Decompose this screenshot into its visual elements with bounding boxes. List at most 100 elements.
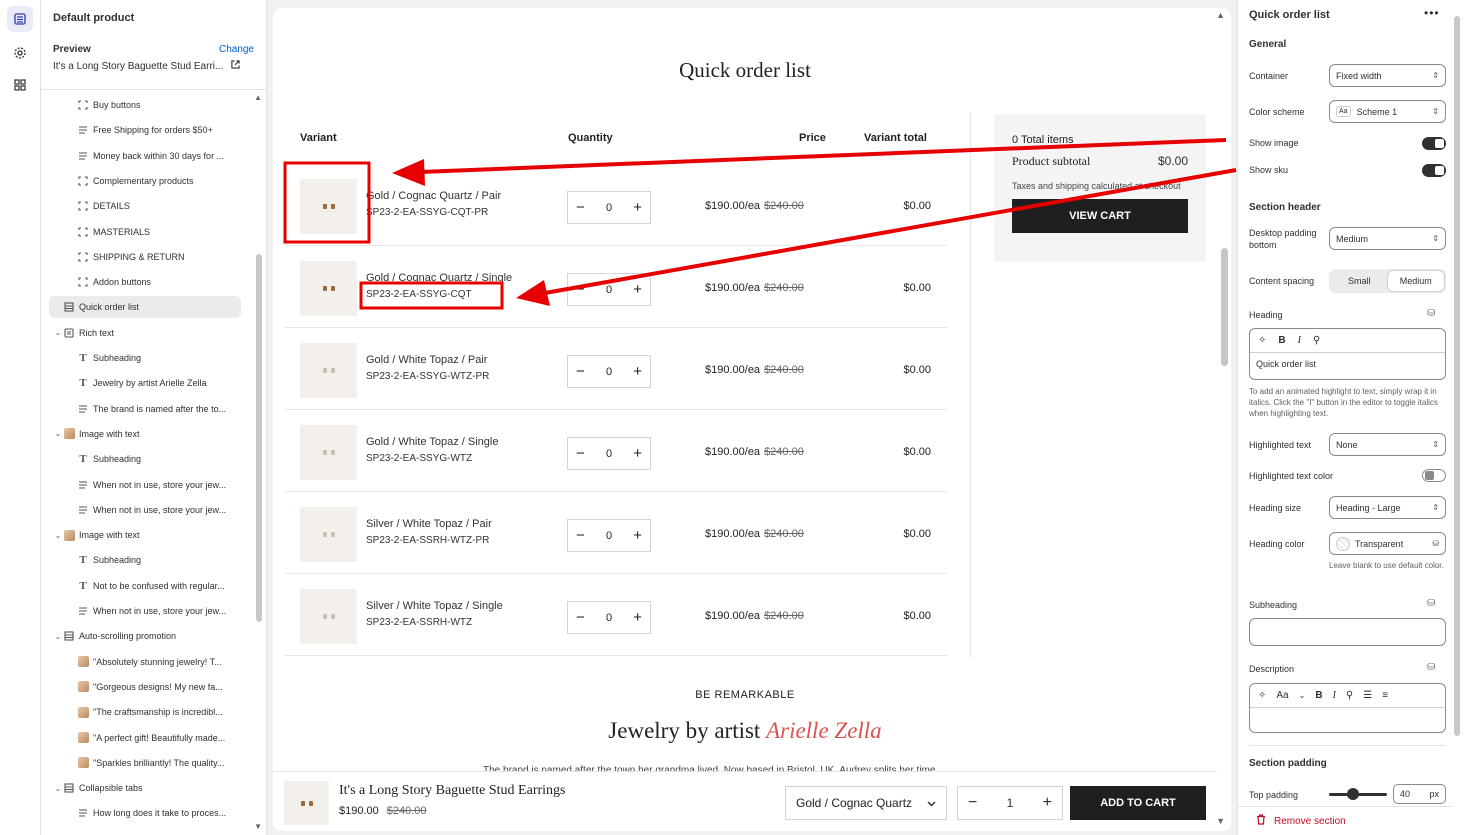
sections-icon[interactable] [7, 6, 33, 32]
chevron-down-icon[interactable]: ⌄ [53, 328, 63, 337]
plus-icon[interactable]: + [633, 281, 642, 298]
gear-icon[interactable] [7, 40, 33, 66]
sidebar-tree-item[interactable]: T Subheading [49, 448, 241, 470]
link-icon[interactable]: ⚲ [1313, 335, 1320, 346]
preview-scrollbar[interactable] [1221, 248, 1228, 366]
minus-icon[interactable]: − [576, 281, 585, 298]
dynamic-source-icon[interactable]: ⛁ [1427, 308, 1435, 319]
slider-knob[interactable] [1347, 788, 1359, 800]
chevron-down-icon[interactable]: ⌄ [53, 784, 63, 793]
highlighted-text-select[interactable]: None ⇕ [1329, 433, 1446, 456]
heading-color-picker[interactable]: Transparent ⛁ [1329, 532, 1446, 555]
sidebar-tree-item[interactable]: When not in use, store your jew... [49, 600, 241, 622]
sparkle-icon[interactable]: ✧ [1258, 690, 1266, 701]
sidebar-tree-item[interactable]: MASTERIALS [49, 221, 241, 243]
preview-scroll-up-icon[interactable]: ▲ [1216, 10, 1225, 20]
sidebar-scroll-up-icon[interactable]: ▲ [254, 93, 262, 102]
plus-icon[interactable]: + [633, 199, 642, 216]
external-link-icon[interactable] [231, 60, 240, 72]
sidebar-tree-item[interactable]: "A perfect gift! Beautifully made... [49, 727, 241, 749]
sidebar-scroll-down-icon[interactable]: ▼ [254, 822, 262, 831]
spacing-small-option[interactable]: Small [1331, 271, 1388, 291]
sidebar-tree-item[interactable]: ⌄ Rich text [49, 322, 241, 344]
sidebar-tree-item[interactable]: "The craftsmanship is incredibl... [49, 701, 241, 723]
sticky-qty-value[interactable]: 1 [1007, 796, 1014, 810]
remove-section-button[interactable]: Remove section [1238, 806, 1452, 835]
sidebar-tree-item[interactable]: ⌄ Auto-scrolling promotion [49, 625, 241, 647]
desktop-padding-select[interactable]: Medium ⇕ [1329, 227, 1446, 250]
quantity-value[interactable]: 0 [606, 448, 612, 460]
highlighted-color-toggle[interactable] [1422, 469, 1446, 482]
top-padding-slider[interactable] [1329, 788, 1387, 800]
chevron-down-icon[interactable]: ⌄ [53, 632, 63, 641]
sidebar-tree-item[interactable]: ⌄ Image with text [49, 423, 241, 445]
quantity-value[interactable]: 0 [606, 530, 612, 542]
template-title[interactable]: Default product [53, 12, 254, 24]
sidebar-tree-item[interactable]: T Jewelry by artist Arielle Zella [49, 372, 241, 394]
dynamic-source-icon[interactable]: ⛁ [1432, 539, 1439, 548]
sidebar-tree-item[interactable]: Do you ship internationally? [49, 828, 241, 835]
show-sku-toggle[interactable] [1422, 164, 1446, 177]
minus-icon[interactable]: − [576, 445, 585, 462]
container-select[interactable]: Fixed width ⇕ [1329, 64, 1446, 87]
add-to-cart-button[interactable]: ADD TO CART [1070, 786, 1206, 820]
chevron-down-icon[interactable]: ⌄ [53, 429, 63, 438]
sidebar-tree-item[interactable]: "Absolutely stunning jewelry! T... [49, 651, 241, 673]
numbered-list-icon[interactable]: ≡ [1382, 690, 1388, 701]
plus-icon[interactable]: + [633, 609, 642, 626]
sidebar-scrollbar[interactable] [256, 254, 262, 622]
heading-input[interactable]: Quick order list [1250, 353, 1445, 375]
preview-scroll-down-icon[interactable]: ▼ [1216, 816, 1225, 826]
link-icon[interactable]: ⚲ [1346, 690, 1353, 701]
view-cart-button[interactable]: VIEW CART [1012, 199, 1188, 233]
minus-icon[interactable]: − [576, 609, 585, 626]
minus-icon[interactable]: − [576, 527, 585, 544]
minus-icon[interactable]: − [576, 199, 585, 216]
sidebar-tree-item[interactable]: The brand is named after the to... [49, 398, 241, 420]
sidebar-tree-item[interactable]: DETAILS [49, 195, 241, 217]
sidebar-tree-item[interactable]: Money back within 30 days for ... [49, 145, 241, 167]
plus-icon[interactable]: + [633, 527, 642, 544]
spacing-medium-option[interactable]: Medium [1387, 271, 1444, 291]
sidebar-tree-item[interactable]: ⌄ Collapsible tabs [49, 777, 241, 799]
quantity-value[interactable]: 0 [606, 202, 612, 214]
quantity-value[interactable]: 0 [606, 366, 612, 378]
chevron-down-icon[interactable]: ⌄ [53, 531, 63, 540]
dynamic-source-icon[interactable]: ⛁ [1427, 598, 1435, 609]
sidebar-tree-item[interactable]: ⌄ Image with text [49, 524, 241, 546]
quantity-value[interactable]: 0 [606, 612, 612, 624]
font-style-icon[interactable]: Aa [1276, 690, 1288, 701]
italic-icon[interactable]: I [1298, 335, 1301, 346]
show-image-toggle[interactable] [1422, 137, 1446, 150]
sidebar-tree-item[interactable]: How long does it take to proces... [49, 802, 241, 824]
bold-icon[interactable]: B [1278, 335, 1285, 346]
description-input[interactable] [1250, 708, 1445, 720]
italic-icon[interactable]: I [1333, 690, 1336, 701]
color-scheme-select[interactable]: Aa Scheme 1 ⇕ [1329, 100, 1446, 123]
more-options-icon[interactable]: ••• [1424, 6, 1440, 20]
sidebar-tree-item[interactable]: T Subheading [49, 549, 241, 571]
sidebar-tree-item[interactable]: When not in use, store your jew... [49, 499, 241, 521]
sidebar-tree-item[interactable]: When not in use, store your jew... [49, 474, 241, 496]
dynamic-source-icon[interactable]: ⛁ [1427, 662, 1435, 673]
chevron-down-icon[interactable]: ⌄ [1299, 691, 1306, 700]
minus-icon[interactable]: − [968, 794, 977, 812]
sidebar-tree-item[interactable]: Complementary products [49, 170, 241, 192]
top-padding-input[interactable]: 40 px [1393, 784, 1446, 804]
subheading-input[interactable] [1249, 618, 1446, 646]
sidebar-tree-item[interactable]: "Sparkles brilliantly! The quality... [49, 752, 241, 774]
plus-icon[interactable]: + [633, 363, 642, 380]
plus-icon[interactable]: + [633, 445, 642, 462]
bullet-list-icon[interactable]: ☰ [1363, 690, 1372, 701]
sidebar-tree-item[interactable]: "Gorgeous designs! My new fa... [49, 676, 241, 698]
plus-icon[interactable]: + [1043, 794, 1052, 812]
change-preview-link[interactable]: Change [219, 44, 254, 55]
sidebar-tree-item[interactable]: T Subheading [49, 347, 241, 369]
sidebar-tree-item[interactable]: Quick order list [49, 296, 241, 319]
sidebar-tree-item[interactable]: SHIPPING & RETURN [49, 246, 241, 268]
sidebar-tree-item[interactable]: Addon buttons [49, 271, 241, 293]
sticky-variant-select[interactable]: Gold / Cognac Quartz [785, 786, 947, 820]
apps-icon[interactable] [7, 72, 33, 98]
sparkle-icon[interactable]: ✧ [1258, 335, 1266, 346]
heading-size-select[interactable]: Heading - Large ⇕ [1329, 496, 1446, 519]
